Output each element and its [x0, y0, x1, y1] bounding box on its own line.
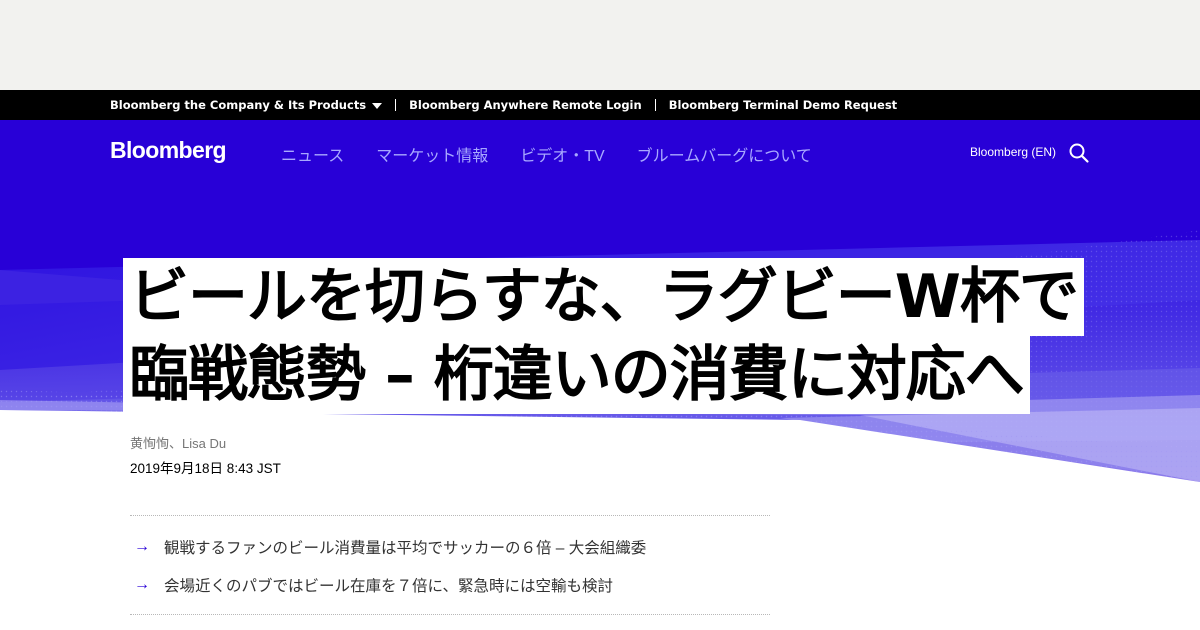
- ad-area: [0, 0, 1200, 90]
- headline: ビールを切らすな、ラグビーW杯で 臨戦態勢 – 桁違いの消費に対応へ: [123, 258, 1123, 414]
- company-bar: Bloomberg the Company & Its Products Blo…: [0, 90, 1200, 120]
- byline-authors[interactable]: 黄恂恂、Lisa Du: [130, 433, 226, 452]
- terminal-demo-link[interactable]: Bloomberg Terminal Demo Request: [669, 98, 897, 112]
- company-products-menu[interactable]: Bloomberg the Company & Its Products: [110, 98, 383, 112]
- separator: [654, 99, 656, 111]
- nav-link-video[interactable]: ビデオ・TV: [520, 142, 604, 166]
- publish-timestamp: 2019年9月18日 8:43 JST: [130, 461, 281, 476]
- english-edition-link[interactable]: Bloomberg (EN): [970, 145, 1056, 159]
- separator: [395, 99, 397, 111]
- summary-item: → 会場近くのパブではビール在庫を７倍に、緊急時には空輸も検討: [130, 566, 770, 604]
- bloomberg-logo[interactable]: Bloomberg: [110, 137, 227, 164]
- caret-down-icon: [372, 102, 383, 109]
- headline-line: ビールを切らすな、ラグビーW杯で: [123, 258, 1084, 336]
- nav-link-about[interactable]: ブルームバーグについて: [637, 142, 812, 166]
- nav-links: ニュース マーケット情報 ビデオ・TV ブルームバーグについて: [281, 142, 812, 166]
- nav-link-news[interactable]: ニュース: [281, 142, 344, 166]
- nav-link-markets[interactable]: マーケット情報: [376, 142, 488, 166]
- remote-login-link[interactable]: Bloomberg Anywhere Remote Login: [409, 98, 642, 112]
- search-icon[interactable]: [1068, 142, 1090, 164]
- summary-text: 会場近くのパブではビール在庫を７倍に、緊急時には空輸も検討: [164, 578, 614, 595]
- main-nav: Bloomberg ニュース マーケット情報 ビデオ・TV ブルームバーグについ…: [0, 120, 1200, 184]
- summary-text: 観戦するファンのビール消費量は平均でサッカーの６倍 – 大会組織委: [164, 540, 647, 557]
- summary-item: → 観戦するファンのビール消費量は平均でサッカーの６倍 – 大会組織委: [130, 528, 770, 566]
- arrow-right-icon: →: [134, 576, 150, 593]
- summary-list: → 観戦するファンのビール消費量は平均でサッカーの６倍 – 大会組織委 → 会場…: [130, 528, 770, 604]
- arrow-right-icon: →: [134, 538, 150, 555]
- summary-divider-top: [130, 515, 770, 516]
- headline-line: 臨戦態勢 – 桁違いの消費に対応へ: [123, 336, 1030, 414]
- summary-divider-bottom: [130, 614, 770, 615]
- company-products-label: Bloomberg the Company & Its Products: [110, 98, 367, 112]
